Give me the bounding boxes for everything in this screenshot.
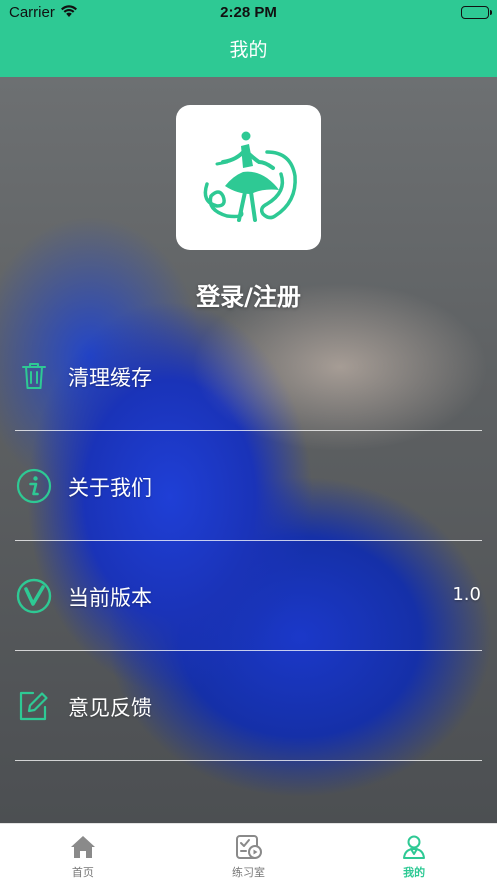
menu-label-about-us: 关于我们 <box>68 476 152 500</box>
menu-row-about-us[interactable]: 关于我们 <box>15 431 482 541</box>
trash-icon <box>15 357 53 395</box>
tab-home[interactable]: 首页 <box>0 824 166 883</box>
tab-label-mine: 我的 <box>403 866 426 879</box>
clock-time: 2:28 PM <box>220 4 277 21</box>
menu-row-current-version[interactable]: 当前版本 1.0 <box>15 541 482 651</box>
ballerina-logo-icon <box>203 131 297 222</box>
tab-label-practice-room: 练习室 <box>232 866 265 879</box>
menu-row-feedback[interactable]: 意见反馈 <box>15 651 482 761</box>
info-icon <box>15 467 53 505</box>
battery-icon <box>461 6 492 19</box>
tab-practice-room[interactable]: 练习室 <box>166 824 332 883</box>
nav-bar: 我的 <box>0 26 497 77</box>
status-bar: Carrier 2:28 PM <box>0 0 497 26</box>
menu-label-current-version: 当前版本 <box>68 586 152 610</box>
menu-row-clear-cache[interactable]: 清理缓存 <box>15 321 482 431</box>
page-title: 我的 <box>229 39 268 61</box>
version-icon <box>15 577 53 615</box>
profile-icon <box>403 835 426 859</box>
menu-label-feedback: 意见反馈 <box>68 696 152 720</box>
tab-mine[interactable]: 我的 <box>331 824 497 883</box>
home-icon <box>70 836 95 858</box>
tab-bar: 首页 练习室 我的 <box>0 823 497 883</box>
edit-icon <box>15 687 53 725</box>
profile-background: 登录/注册 清理缓存 关于我们 当前版本 1.0 意见反馈 <box>0 77 497 823</box>
login-register-link[interactable]: 登录/注册 <box>0 277 497 312</box>
tab-label-home: 首页 <box>71 866 94 879</box>
menu-label-clear-cache: 清理缓存 <box>68 366 152 390</box>
practice-room-icon <box>235 835 262 859</box>
app-logo <box>176 105 321 250</box>
version-value: 1.0 <box>452 584 481 605</box>
